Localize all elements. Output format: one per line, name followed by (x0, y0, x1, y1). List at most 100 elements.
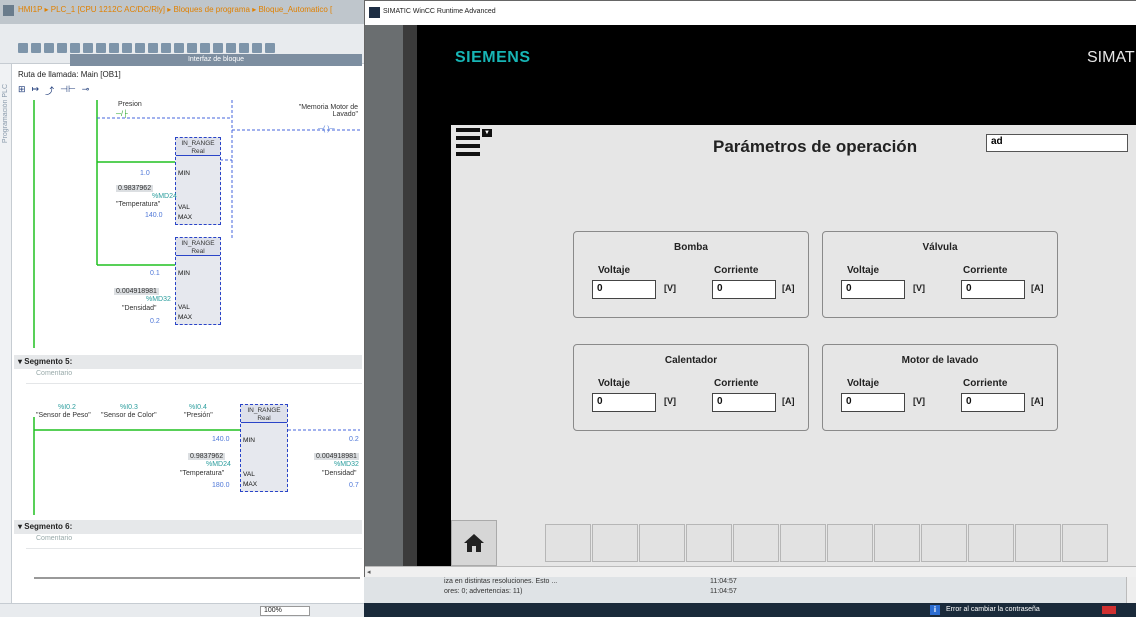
function-key[interactable] (921, 524, 967, 562)
zoom-select[interactable]: 100% (260, 606, 310, 616)
call-path: Ruta de llamada: Main [OB1] (18, 70, 121, 79)
simatic-label: SIMATIC (1087, 49, 1136, 66)
segment-title: Segmento 6: (24, 522, 73, 531)
amp-unit: [A] (782, 283, 795, 293)
function-key[interactable] (1062, 524, 1108, 562)
block-interface-tab[interactable]: Interfaz de bloque (70, 54, 362, 66)
max-value[interactable]: 0.2 (150, 318, 160, 325)
block-type: Real (257, 415, 271, 422)
function-key[interactable] (545, 524, 591, 562)
wincc-app-icon (369, 7, 380, 18)
close-branch-icon[interactable]: ⤴ (45, 84, 54, 97)
function-key[interactable] (780, 524, 826, 562)
function-key[interactable] (874, 524, 920, 562)
nc-contact-icon[interactable]: ─/├ (116, 111, 128, 118)
in-range-header: IN_RANGE Real (241, 405, 287, 423)
info-icon[interactable]: i (930, 605, 940, 615)
panel-title: Motor de lavado (901, 355, 979, 366)
segment-5-comment[interactable]: Comentario (26, 370, 362, 384)
segment-5-header[interactable]: ▾ Segmento 5: (14, 355, 362, 369)
toolbar-icon[interactable] (18, 43, 28, 53)
toolbar-icon[interactable] (174, 43, 184, 53)
info-scrollbar[interactable] (1126, 577, 1136, 603)
voltage-field[interactable]: 0 (592, 280, 656, 299)
function-key[interactable] (968, 524, 1014, 562)
toolbar-icon[interactable] (96, 43, 106, 53)
toolbar-icon[interactable] (31, 43, 41, 53)
toolbar-icon[interactable] (200, 43, 210, 53)
function-key[interactable] (592, 524, 638, 562)
function-key[interactable] (827, 524, 873, 562)
max-value[interactable]: 180.0 (212, 482, 230, 489)
voltage-field[interactable]: 0 (841, 280, 905, 299)
in-range-block[interactable]: IN_RANGE Real MIN VAL MAX (175, 237, 221, 325)
current-field[interactable]: 0 (712, 393, 776, 412)
toolbar-icon[interactable] (239, 43, 249, 53)
toolbar-icon[interactable] (44, 43, 54, 53)
toolbar-icon[interactable] (187, 43, 197, 53)
toolbar-icon[interactable] (83, 43, 93, 53)
menu-icon[interactable]: ▼ (456, 128, 492, 160)
coil-symbol-icon[interactable]: ─( )─ (318, 126, 335, 133)
min-value[interactable]: 1.0 (140, 170, 150, 177)
info-time: 11:04:57 (710, 578, 737, 585)
function-key[interactable] (639, 524, 685, 562)
tag-name: "Temperatura" (180, 470, 225, 477)
function-key[interactable] (686, 524, 732, 562)
toolbar-icon[interactable] (135, 43, 145, 53)
segment-6-comment[interactable]: Comentario (26, 535, 362, 549)
toolbar-icon[interactable] (252, 43, 262, 53)
no-contact-icon[interactable]: ⊣⊢ (60, 84, 76, 97)
toolbar-icon[interactable] (148, 43, 158, 53)
toolbar-icon[interactable] (122, 43, 132, 53)
in-range-block[interactable]: IN_RANGE Real MIN VAL MAX (175, 137, 221, 225)
info-line: iza en distintas resoluciones. Esto ... (444, 578, 558, 585)
toolbar-icon[interactable] (57, 43, 67, 53)
panel-title: Bomba (674, 242, 708, 253)
toolbar-icon[interactable] (226, 43, 236, 53)
voltage-field[interactable]: 0 (841, 393, 905, 412)
address: %MD32 (334, 461, 359, 468)
voltage-field[interactable]: 0 (592, 393, 656, 412)
max-value[interactable]: 0.7 (349, 482, 359, 489)
min-value[interactable]: 0.2 (349, 436, 359, 443)
segment-title: Segmento 5: (24, 357, 73, 366)
max-value[interactable]: 140.0 (145, 212, 163, 219)
volt-unit: [V] (664, 283, 676, 293)
toolbar-icon[interactable] (161, 43, 171, 53)
min-value[interactable]: 0.1 (150, 270, 160, 277)
toolbar-icon[interactable] (70, 43, 80, 53)
coil-icon[interactable]: ⊸ (82, 84, 90, 97)
function-key-bar (451, 520, 1136, 566)
tag-name: "Temperatura" (116, 201, 161, 208)
current-field[interactable]: 0 (961, 280, 1025, 299)
panel-calentador: Calentador Voltaje Corriente 0 [V] 0 [A] (573, 344, 809, 431)
in-range-block[interactable]: IN_RANGE Real MIN VAL MAX (240, 404, 288, 492)
current-field[interactable]: 0 (712, 280, 776, 299)
volt-unit: [V] (913, 396, 925, 406)
scroll-left-icon[interactable]: ◂ (367, 568, 375, 577)
function-key[interactable] (1015, 524, 1061, 562)
function-key[interactable] (733, 524, 779, 562)
toolbar-icon[interactable] (109, 43, 119, 53)
contact-tag: "Presión" (184, 412, 213, 419)
tia-app-icon (3, 5, 14, 16)
panel-title: Calentador (664, 355, 718, 366)
search-input[interactable]: ad (986, 134, 1128, 152)
toolbar-icon[interactable] (213, 43, 223, 53)
segment-6-header[interactable]: ▾ Segmento 6: (14, 520, 362, 534)
home-button[interactable] (451, 520, 497, 566)
open-branch-icon[interactable]: ↦ (32, 84, 40, 97)
current-field[interactable]: 0 (961, 393, 1025, 412)
min-value[interactable]: 140.0 (212, 436, 230, 443)
status-taskbar: i Error al cambiar la contraseña (364, 603, 1136, 617)
toolbar-icons (18, 43, 275, 53)
tia-breadcrumb: HMI1P ▸ PLC_1 [CPU 1212C AC/DC/Rly] ▸ Bl… (0, 0, 364, 24)
tag-name: "Densidad" (322, 470, 357, 477)
status-badge (1102, 606, 1116, 614)
voltage-label: Voltaje (847, 265, 880, 276)
toolbar-icon[interactable] (265, 43, 275, 53)
voltage-label: Voltaje (847, 378, 880, 389)
network-icon[interactable]: ⊞ (18, 84, 26, 97)
pin-val: VAL (178, 304, 190, 311)
